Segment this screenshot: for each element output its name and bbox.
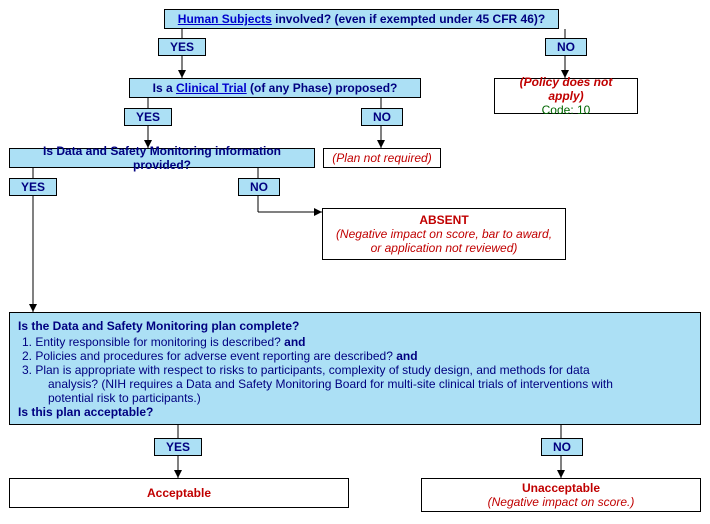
policy-not-apply: (Policy does not apply) xyxy=(501,75,631,103)
q1-yes: YES xyxy=(158,38,206,56)
q2-box: Is a Clinical Trial (of any Phase) propo… xyxy=(129,78,421,98)
acceptable-label: Acceptable xyxy=(147,486,211,500)
code-10: Code: 10 xyxy=(542,103,591,117)
q4-item1: 1. Entity responsible for monitoring is … xyxy=(22,335,692,349)
unacceptable-label: Unacceptable xyxy=(522,481,600,495)
q3-box: Is Data and Safety Monitoring informatio… xyxy=(9,148,315,168)
clinical-trial-link[interactable]: Clinical Trial xyxy=(176,81,247,95)
q2-no-result: (Plan not required) xyxy=(323,148,441,168)
absent-line1: (Negative impact on score, bar to award, xyxy=(336,227,552,241)
q1-no: NO xyxy=(545,38,587,56)
q2-rest: (of any Phase) proposed? xyxy=(247,81,398,95)
unacceptable-box: Unacceptable (Negative impact on score.) xyxy=(421,478,701,512)
q2-yes: YES xyxy=(124,108,172,126)
q4-box: Is the Data and Safety Monitoring plan c… xyxy=(9,312,701,425)
q4-footer: Is this plan acceptable? xyxy=(18,405,692,419)
q4-no: NO xyxy=(541,438,583,456)
q4-yes: YES xyxy=(154,438,202,456)
q4-item3a: 3. Plan is appropriate with respect to r… xyxy=(22,363,692,377)
human-subjects-link[interactable]: Human Subjects xyxy=(178,12,272,26)
absent-title: ABSENT xyxy=(419,213,468,227)
q1-box: Human Subjects involved? (even if exempt… xyxy=(164,9,559,29)
q4-item3c: potential risk to participants.) xyxy=(48,391,692,405)
q4-item2: 2. Policies and procedures for adverse e… xyxy=(22,349,692,363)
q3-yes: YES xyxy=(9,178,57,196)
absent-box: ABSENT (Negative impact on score, bar to… xyxy=(322,208,566,260)
q1-text: involved? (even if exempted under 45 CFR… xyxy=(272,12,545,26)
acceptable-box: Acceptable xyxy=(9,478,349,508)
q4-title: Is the Data and Safety Monitoring plan c… xyxy=(18,319,692,333)
unacceptable-sub: (Negative impact on score.) xyxy=(488,495,635,509)
q2-no: NO xyxy=(361,108,403,126)
q3-no: NO xyxy=(238,178,280,196)
absent-line2: or application not reviewed) xyxy=(371,241,518,255)
q2-prefix: Is a xyxy=(153,81,176,95)
q4-item3b: analysis? (NIH requires a Data and Safet… xyxy=(48,377,692,391)
q1-no-result: (Policy does not apply) Code: 10 xyxy=(494,78,638,114)
plan-not-required: (Plan not required) xyxy=(332,151,431,165)
